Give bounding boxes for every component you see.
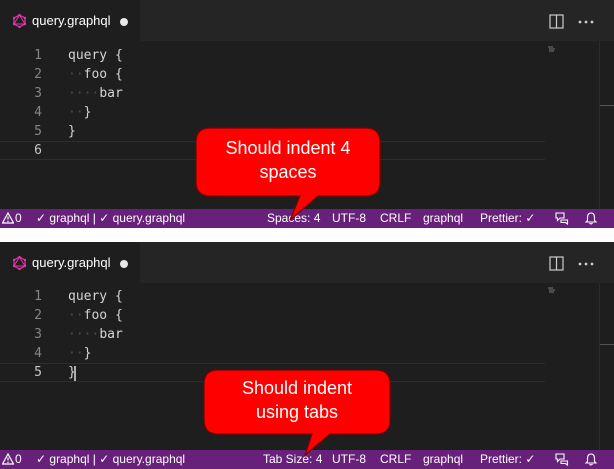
line-code: ····bar: [68, 86, 123, 101]
tab-label: query.graphql: [32, 255, 111, 270]
indentation-status[interactable]: Spaces: 4: [267, 209, 320, 228]
overview-ruler-marker: [600, 344, 614, 345]
callout-text-top: Should indent 4 spaces: [225, 138, 351, 182]
eol-status[interactable]: CRLF: [380, 450, 411, 469]
code-line: 3 ····bar: [0, 84, 545, 103]
code-line: 2 ··foo {: [0, 65, 545, 84]
tab-query-graphql[interactable]: query.graphql: [0, 0, 140, 41]
line-code: ··foo {: [68, 308, 123, 323]
line-number: 4: [34, 105, 42, 120]
encoding-status[interactable]: UTF-8: [332, 450, 366, 469]
warning-icon[interactable]: [2, 453, 14, 465]
more-actions-icon[interactable]: [578, 20, 594, 24]
line-number: 3: [34, 86, 42, 101]
warning-icon[interactable]: [2, 212, 14, 224]
vertical-scrollbar[interactable]: [599, 41, 614, 209]
language-mode-status[interactable]: graphql: [423, 209, 463, 228]
line-number: 1: [34, 289, 42, 304]
bell-icon[interactable]: [585, 212, 597, 225]
code-line: 4 ··}: [0, 103, 545, 122]
feedback-icon[interactable]: [555, 212, 569, 225]
language-mode-status[interactable]: graphql: [423, 450, 463, 469]
bell-icon[interactable]: [585, 453, 597, 466]
line-number: 5: [34, 124, 42, 139]
tab-query-graphql[interactable]: query.graphql: [0, 242, 140, 283]
prettier-status[interactable]: Prettier: ✓: [480, 209, 535, 228]
line-number: 6: [34, 143, 42, 158]
prettier-status[interactable]: Prettier: ✓: [480, 450, 535, 469]
code-editor[interactable]: 1 query { 2 ··foo { 3 ····bar 4 ··} 5 }: [0, 283, 614, 450]
split-editor-icon[interactable]: [549, 14, 564, 29]
code-line: 2 ··foo {: [0, 306, 545, 325]
code-line: 4 ··}: [0, 344, 545, 363]
overview-ruler-marker: [600, 105, 614, 106]
line-code: query {: [68, 48, 123, 63]
unsaved-dot-icon[interactable]: [120, 18, 128, 26]
indentation-status[interactable]: Tab Size: 4: [263, 450, 322, 469]
tab-bar: query.graphql: [0, 0, 614, 41]
code-line: 1 query {: [0, 287, 545, 306]
line-code: ··foo {: [68, 67, 123, 82]
minimap-icon[interactable]: [548, 46, 556, 52]
graphql-icon: [13, 256, 26, 270]
line-number: 3: [34, 327, 42, 342]
tab-label: query.graphql: [32, 13, 111, 28]
problems-count[interactable]: 0: [15, 209, 22, 228]
callout-text-bottom: Should indent using tabs: [241, 378, 353, 422]
tab-bar: query.graphql: [0, 242, 614, 283]
unsaved-dot-icon[interactable]: [120, 260, 128, 268]
split-editor-icon[interactable]: [549, 256, 564, 271]
minimap-icon[interactable]: [548, 287, 556, 293]
vertical-scrollbar[interactable]: [599, 283, 614, 450]
line-code: ··}: [68, 105, 92, 120]
code-line: 3 ····bar: [0, 325, 545, 344]
graphql-icon: [13, 14, 26, 28]
problems-count[interactable]: 0: [15, 450, 22, 469]
status-bar: 0 ✓ graphql | ✓ query.graphql Tab Size: …: [0, 450, 614, 469]
more-actions-icon[interactable]: [578, 262, 594, 266]
editor-panel-bottom: query.graphql 1 query { 2 ··foo { 3 ····…: [0, 242, 614, 469]
line-number: 5: [34, 365, 42, 380]
feedback-icon[interactable]: [555, 453, 569, 466]
line-code: query {: [68, 289, 123, 304]
text-cursor: [74, 366, 76, 381]
graphql-validation-status[interactable]: ✓ graphql | ✓ query.graphql: [36, 209, 185, 228]
editor-panel-top: query.graphql 1 query { 2 ··foo { 3 ····…: [0, 0, 614, 228]
line-code: ····bar: [68, 327, 123, 342]
line-number: 4: [34, 346, 42, 361]
graphql-validation-status[interactable]: ✓ graphql | ✓ query.graphql: [36, 450, 185, 469]
encoding-status[interactable]: UTF-8: [332, 209, 366, 228]
line-number: 2: [34, 308, 42, 323]
line-code: }: [68, 124, 76, 139]
line-number: 1: [34, 48, 42, 63]
line-code: ··}: [68, 346, 92, 361]
code-line: 1 query {: [0, 46, 545, 65]
status-bar: 0 ✓ graphql | ✓ query.graphql Spaces: 4 …: [0, 209, 614, 228]
line-number: 2: [34, 67, 42, 82]
eol-status[interactable]: CRLF: [380, 209, 411, 228]
